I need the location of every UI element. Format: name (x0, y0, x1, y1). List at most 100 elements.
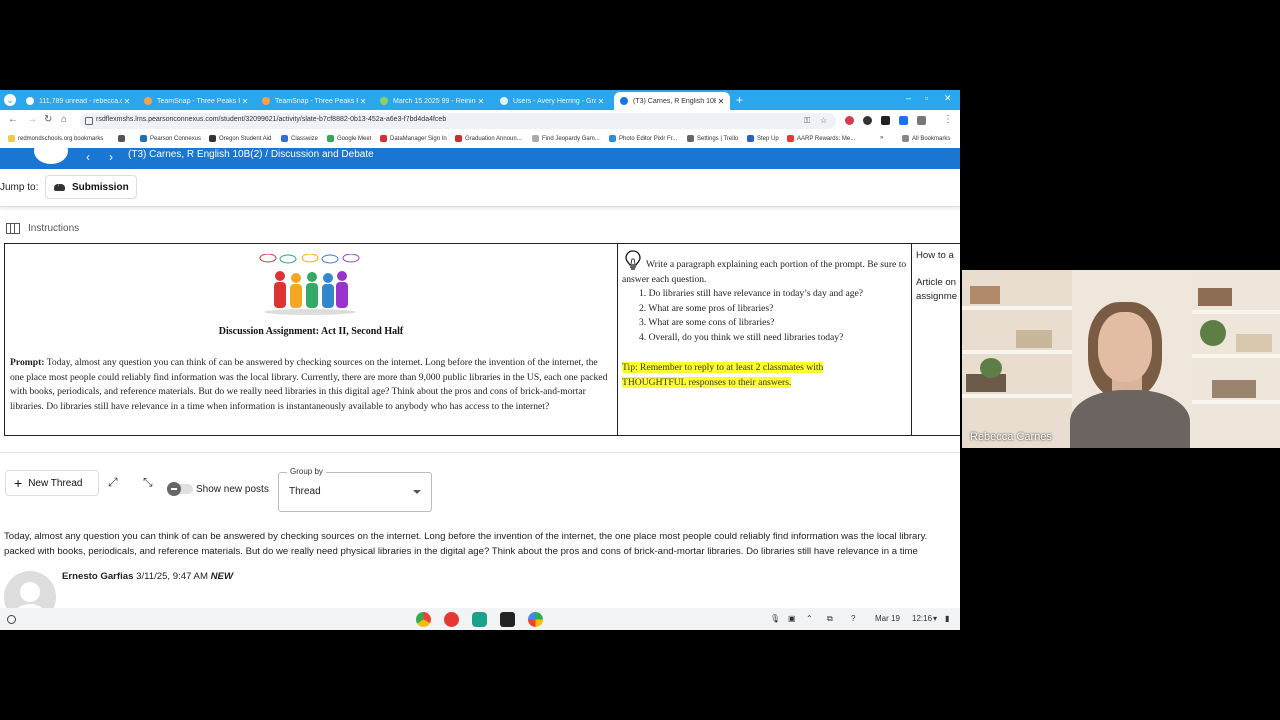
video-participant-tile: Rebecca Carnes (962, 270, 1280, 448)
browser-tab[interactable]: TeamSnap - Three Peaks Perf✕ (138, 92, 254, 110)
extension-icon[interactable] (845, 116, 854, 125)
browser-tab[interactable]: March 15 2025 99 - Reining ✕ (374, 92, 490, 110)
bookmark-item[interactable]: Step Up (747, 135, 779, 142)
collapse-all-icon[interactable]: ⤡ (143, 475, 153, 490)
bookmark-item[interactable]: redmondschools.org bookmarks (8, 135, 103, 142)
group-by-select[interactable]: Group by Thread (278, 467, 432, 512)
instructions-toggle[interactable]: Instructions (6, 223, 79, 234)
chromebook-screen: ⌄ 111,789 unread - rebecca.carnes✕TeamSn… (0, 90, 960, 630)
resource-link-text[interactable]: assignme (916, 291, 957, 302)
prompt-label: Prompt: (10, 357, 45, 368)
bookmark-item[interactable]: Oregon Student Aid (209, 135, 271, 142)
minimize-icon[interactable]: – (906, 93, 911, 103)
screen-share-icon[interactable]: ▣ (788, 614, 796, 623)
new-thread-button[interactable]: + New Thread (5, 470, 99, 496)
all-bookmarks-folder[interactable]: All Bookmarks (902, 135, 950, 142)
post-body: Today, almost any question you can think… (4, 531, 928, 557)
questions-intro: Write a paragraph explaining each portio… (622, 259, 907, 285)
extension-icon[interactable] (863, 116, 872, 125)
time-label[interactable]: 12:16 (912, 614, 932, 623)
browser-tab[interactable]: 111,789 unread - rebecca.carnes✕ (20, 92, 136, 110)
extensions-puzzle-icon[interactable] (917, 116, 926, 125)
close-window-icon[interactable]: ✕ (944, 93, 952, 104)
post-author[interactable]: Ernesto Garfias (62, 571, 133, 582)
toggle-knob (167, 482, 181, 496)
address-bar[interactable]: rsdflexmshs.lms.pearsonconnexus.com/stud… (80, 113, 836, 129)
maximize-icon[interactable]: ▫ (925, 93, 928, 103)
tab-search-icon[interactable]: ⌄ (4, 94, 16, 106)
bookmark-item[interactable]: Settings | Trello (687, 135, 738, 142)
browser-tab[interactable]: TeamSnap - Three Peaks Perf✕ (256, 92, 372, 110)
prev-activity-icon[interactable]: ‹ (86, 150, 90, 164)
tab-close-icon[interactable]: ✕ (716, 97, 726, 106)
bookmark-item[interactable] (118, 135, 128, 142)
tab-close-icon[interactable]: ✕ (476, 97, 486, 106)
next-activity-icon[interactable]: › (109, 150, 113, 164)
participant-face (1098, 312, 1152, 382)
app-icon[interactable] (444, 612, 459, 627)
resource-link-text[interactable]: How to a (916, 250, 954, 261)
extension-icon[interactable] (881, 116, 890, 125)
reload-icon[interactable]: ↻ (44, 114, 52, 125)
bookmark-item[interactable]: Graduation Announ... (455, 135, 522, 142)
bookmark-item[interactable]: Google Meet (327, 135, 371, 142)
bookmark-label: Pearson Connexus (150, 135, 202, 142)
tab-favicon-icon (26, 97, 34, 105)
assignment-title: Discussion Assignment: Act II, Second Ha… (218, 326, 404, 337)
bookmark-favicon-icon (140, 135, 147, 142)
question-item: 1. Do libraries still have relevance in … (639, 288, 864, 299)
browser-tab[interactable]: Users - Avery Herring - Grades✕ (494, 92, 610, 110)
help-icon[interactable]: ? (851, 614, 855, 623)
bookmark-item[interactable]: Photo Editor Pixlr Fr... (609, 135, 677, 142)
bookmark-item[interactable]: DataManager Sign In (380, 135, 447, 142)
home-icon[interactable]: ⌂ (61, 114, 67, 125)
launcher-icon[interactable] (7, 615, 16, 624)
bookmark-item[interactable]: Find Jeopardy Gam... (532, 135, 600, 142)
lms-page: ‹ › (T3) Carnes, R English 10B(2) / Disc… (0, 148, 960, 608)
tab-favicon-icon (380, 97, 388, 105)
tab-close-icon[interactable]: ✕ (122, 97, 132, 106)
tab-close-icon[interactable]: ✕ (240, 97, 250, 106)
bookmark-star-icon[interactable]: ☆ (820, 116, 827, 125)
app-icon[interactable] (472, 612, 487, 627)
new-thread-label: New Thread (28, 477, 83, 489)
tab-close-icon[interactable]: ✕ (596, 97, 606, 106)
browser-tab[interactable]: (T3) Carnes, R English 10B(2)✕ (614, 92, 730, 110)
download-app-icon[interactable] (500, 612, 515, 627)
play-store-icon[interactable] (528, 612, 543, 627)
resource-link-text[interactable]: Article on (916, 277, 956, 288)
bookmark-label: Photo Editor Pixlr Fr... (619, 135, 678, 142)
jump-bar: Jump to: Submission (0, 169, 960, 207)
discussion-people-image (259, 254, 360, 315)
wifi-icon[interactable]: ▾ (933, 614, 937, 623)
battery-icon[interactable]: ▮ (945, 614, 949, 623)
window-overview-icon[interactable]: ⧉ (827, 614, 833, 624)
password-key-icon[interactable]: ⚿ (804, 116, 810, 126)
site-info-icon[interactable] (85, 117, 93, 125)
expand-all-icon[interactable]: ⤢ (108, 475, 118, 490)
submission-button[interactable]: Submission (45, 175, 137, 199)
forward-icon[interactable]: → (27, 114, 37, 125)
questions-list: 1. Do libraries still have relevance in … (639, 287, 863, 345)
bookmark-item[interactable]: Pearson Connexus (140, 135, 201, 142)
show-new-posts-label: Show new posts (196, 484, 269, 495)
show-new-posts-toggle[interactable] (167, 482, 193, 496)
new-tab-button[interactable]: + (736, 93, 743, 107)
chrome-app-icon[interactable] (416, 612, 431, 627)
bookmark-label: Step Up (757, 135, 779, 142)
extension-icon[interactable] (899, 116, 908, 125)
resources-cell: How to a Article on assignme (911, 244, 960, 435)
browser-menu-icon[interactable]: ⋮ (943, 114, 953, 125)
date-label[interactable]: Mar 19 (875, 614, 900, 623)
back-icon[interactable]: ← (8, 114, 18, 125)
bookmark-item[interactable]: Classwize (281, 135, 318, 142)
tray-chevron-icon[interactable]: ⌃ (806, 614, 813, 623)
bookmark-label: Settings | Trello (697, 135, 739, 142)
bookmark-favicon-icon (787, 135, 794, 142)
more-bookmarks-icon[interactable]: » (880, 135, 883, 141)
tab-close-icon[interactable]: ✕ (358, 97, 368, 106)
bookmark-favicon-icon (455, 135, 462, 142)
course-logo (34, 148, 68, 164)
bookmark-item[interactable]: AARP Rewards: Me... (787, 135, 855, 142)
microphone-icon[interactable]: 🎙 (770, 614, 780, 623)
